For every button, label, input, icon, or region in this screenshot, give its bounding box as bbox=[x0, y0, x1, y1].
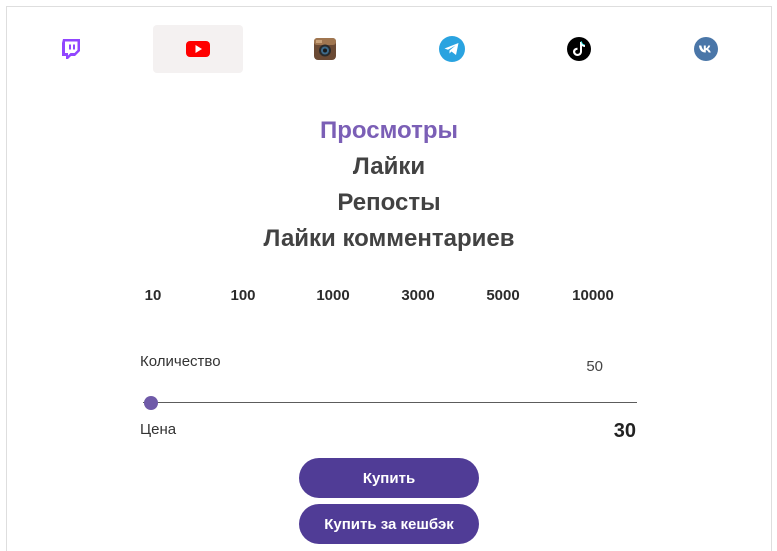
buy-cashback-button[interactable]: Купить за кешбэк bbox=[299, 504, 479, 544]
quantity-presets: 10 100 1000 3000 5000 10000 bbox=[124, 287, 634, 311]
tab-youtube[interactable] bbox=[153, 25, 243, 73]
tab-vk[interactable] bbox=[661, 25, 751, 73]
instagram-icon bbox=[314, 38, 336, 60]
buy-button[interactable]: Купить bbox=[299, 458, 479, 498]
tab-instagram[interactable] bbox=[280, 25, 370, 73]
telegram-icon bbox=[439, 36, 465, 62]
quantity-preset-1000[interactable]: 1000 bbox=[316, 287, 349, 304]
quantity-value: 50 bbox=[586, 358, 603, 375]
service-views[interactable]: Просмотры bbox=[7, 113, 771, 149]
quantity-slider[interactable] bbox=[143, 396, 637, 410]
quantity-preset-10[interactable]: 10 bbox=[145, 287, 162, 304]
slider-track bbox=[143, 402, 637, 403]
twitch-icon bbox=[62, 39, 80, 59]
price-value: 30 bbox=[613, 420, 636, 442]
service-reposts[interactable]: Репосты bbox=[7, 185, 771, 221]
tab-twitch[interactable] bbox=[26, 25, 116, 73]
price-label: Цена bbox=[140, 421, 177, 438]
tab-tiktok[interactable] bbox=[534, 25, 624, 73]
service-comment-likes[interactable]: Лайки комментариев bbox=[7, 221, 771, 257]
platform-tabs bbox=[7, 25, 771, 73]
tab-telegram[interactable] bbox=[407, 25, 497, 73]
slider-thumb[interactable] bbox=[144, 396, 158, 410]
quantity-preset-5000[interactable]: 5000 bbox=[486, 287, 519, 304]
service-likes[interactable]: Лайки bbox=[7, 149, 771, 185]
service-list: Просмотры Лайки Репосты Лайки комментари… bbox=[7, 113, 771, 257]
vk-icon bbox=[694, 37, 718, 61]
quantity-preset-10000[interactable]: 10000 bbox=[572, 287, 614, 304]
quantity-label: Количество bbox=[140, 353, 221, 370]
quantity-preset-3000[interactable]: 3000 bbox=[401, 287, 434, 304]
youtube-icon bbox=[186, 41, 210, 57]
quantity-preset-100[interactable]: 100 bbox=[230, 287, 255, 304]
tiktok-icon bbox=[567, 37, 591, 61]
service-panel: Просмотры Лайки Репосты Лайки комментари… bbox=[6, 6, 772, 551]
